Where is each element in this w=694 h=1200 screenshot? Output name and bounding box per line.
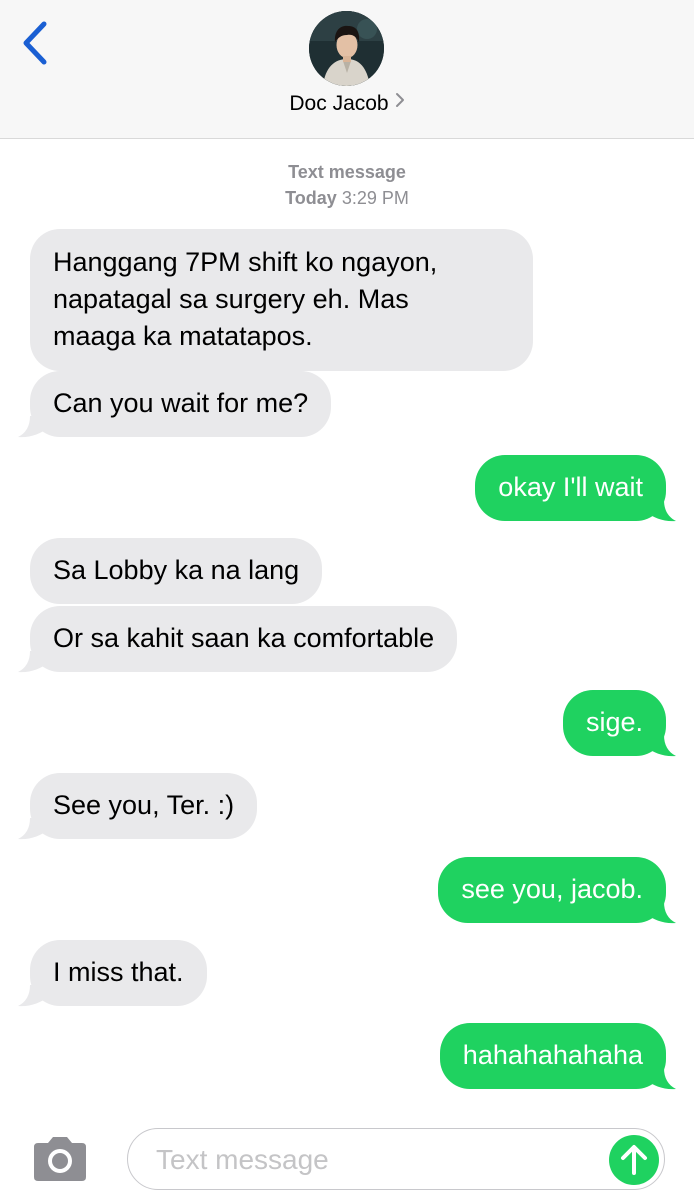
incoming-message-bubble[interactable]: See you, Ter. :): [30, 773, 258, 839]
service-label: Text message: [0, 162, 694, 183]
contact-name: Doc Jacob: [289, 92, 389, 115]
message-text: see you, jacob.: [461, 874, 643, 904]
contact-avatar[interactable]: [309, 11, 384, 86]
message-line: Hanggang 7PM shift ko ngayon,: [53, 247, 438, 277]
chevron-left-icon: [23, 21, 47, 65]
timestamp-day: Today: [285, 188, 337, 208]
bubble-tail: [18, 651, 48, 673]
message-line: maaga ka matatapos.: [53, 321, 313, 351]
bubble-tail: [646, 500, 676, 522]
message-text: I miss that.: [53, 957, 184, 987]
timestamp: Today 3:29 PM: [0, 188, 694, 209]
outgoing-message-bubble[interactable]: hahahahahaha: [439, 1023, 666, 1089]
send-arrow-icon: [621, 1145, 647, 1175]
message-text: Or sa kahit saan ka comfortable: [53, 623, 435, 653]
chevron-right-icon: [395, 90, 405, 114]
message-text: okay I'll wait: [498, 472, 643, 502]
camera-icon: [34, 1137, 86, 1181]
avatar-photo: [309, 11, 384, 86]
timestamp-time: 3:29 PM: [341, 188, 409, 208]
message-text: See you, Ter. :): [53, 790, 235, 820]
message-composer: [127, 1128, 665, 1190]
camera-button[interactable]: [30, 1135, 90, 1183]
bubble-tail: [18, 985, 48, 1007]
bubble-tail: [646, 735, 676, 757]
incoming-message-bubble[interactable]: Can you wait for me?: [30, 371, 332, 437]
incoming-message-bubble[interactable]: Hanggang 7PM shift ko ngayon, napatagal …: [30, 229, 533, 371]
bubble-tail: [18, 818, 48, 840]
bubble-tail: [18, 416, 48, 438]
incoming-message-bubble[interactable]: Sa Lobby ka na lang: [30, 538, 323, 604]
messages-screen: Doc Jacob Text message Today 3:29 PM Han…: [0, 0, 694, 1200]
message-text: hahahahahaha: [462, 1040, 643, 1070]
send-button[interactable]: [609, 1135, 659, 1185]
incoming-message-bubble[interactable]: Or sa kahit saan ka comfortable: [30, 606, 458, 672]
text-message-input[interactable]: [154, 1137, 598, 1183]
message-text: Sa Lobby ka na lang: [53, 555, 300, 585]
service-label-text: Text message: [288, 162, 406, 182]
message-text: sige.: [585, 707, 643, 737]
conversation-header: Doc Jacob: [0, 0, 694, 139]
bubble-tail: [646, 1068, 676, 1090]
outgoing-message-bubble[interactable]: okay I'll wait: [475, 455, 666, 521]
outgoing-message-bubble[interactable]: see you, jacob.: [438, 857, 666, 923]
message-text: Can you wait for me?: [53, 388, 309, 418]
incoming-message-bubble[interactable]: I miss that.: [30, 940, 207, 1006]
bubble-tail: [646, 902, 676, 924]
contact-name-button[interactable]: Doc Jacob: [0, 92, 694, 116]
message-line: napatagal sa surgery eh. Mas: [53, 284, 409, 314]
back-button[interactable]: [14, 16, 58, 68]
